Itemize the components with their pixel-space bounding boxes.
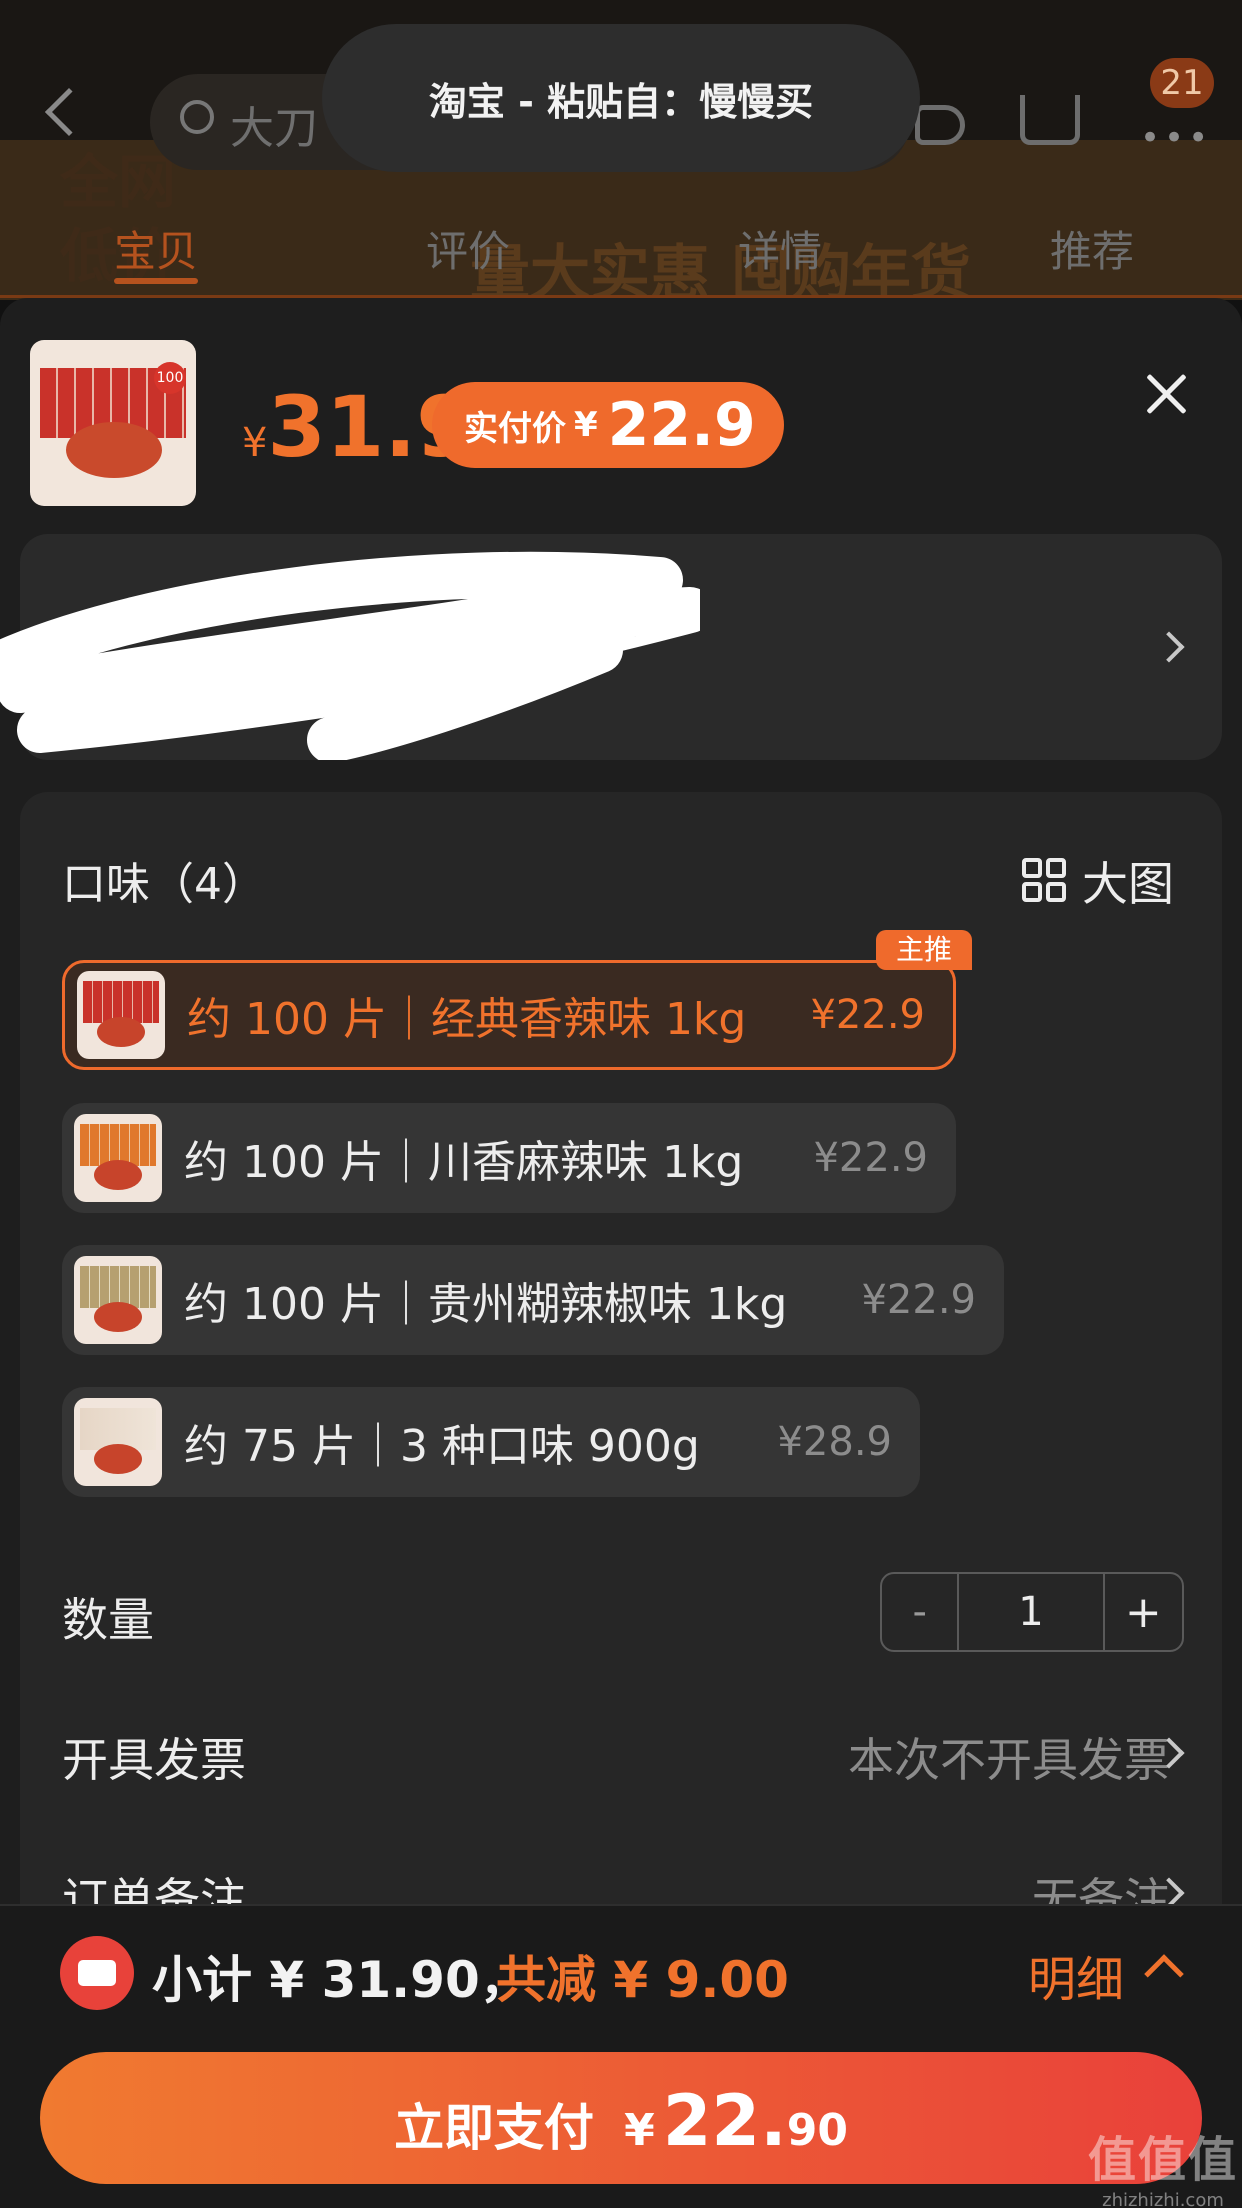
pay-now-button[interactable]: 立即支付 ¥ 22. 90 — [40, 2052, 1202, 2184]
flavor-option-4[interactable]: 约 75 片｜3 种口味 900g ¥28.9 — [62, 1387, 920, 1497]
flavor-title: 口味（4） — [62, 859, 266, 910]
option-label: 约 75 片｜3 种口味 900g — [184, 1421, 700, 1472]
decrease-button[interactable]: - — [882, 1574, 960, 1650]
site-watermark: 值值值 zhizhizhi.com — [1088, 2120, 1238, 2208]
actual-price-currency: ¥ — [574, 405, 598, 445]
flavor-option-2[interactable]: 约 100 片｜川香麻辣味 1kg ¥22.9 — [62, 1103, 956, 1213]
share-icon[interactable] — [915, 105, 965, 145]
detail-button[interactable]: 明细 — [1028, 1940, 1124, 2010]
option-price: ¥28.9 — [777, 1419, 892, 1465]
more-icon[interactable]: ••• — [1140, 118, 1212, 158]
actual-price-value: 22.9 — [607, 390, 756, 460]
tab-recommend[interactable]: 推荐 — [1050, 218, 1134, 279]
pay-amount-integer: 22. — [662, 2080, 787, 2162]
recommended-badge: 主推 — [876, 930, 972, 970]
option-thumbnail — [77, 971, 165, 1059]
option-label: 约 100 片｜川香麻辣味 1kg — [184, 1137, 744, 1188]
back-icon[interactable] — [44, 87, 94, 137]
subtotal-text: 小计 ¥ 31.90， — [152, 1951, 530, 2009]
cart-count-badge: 21 — [1150, 58, 1214, 108]
pay-label: 立即支付 — [394, 2099, 595, 2157]
option-price: ¥22.9 — [813, 1135, 928, 1181]
redaction-scribble — [0, 551, 700, 760]
option-thumbnail — [74, 1114, 162, 1202]
tab-underline — [114, 278, 198, 284]
close-icon[interactable] — [1140, 368, 1192, 420]
tab-reviews[interactable]: 评价 — [426, 218, 510, 279]
option-label: 约 100 片｜经典香辣味 1kg — [187, 994, 747, 1045]
thumbnail-food — [66, 422, 162, 478]
coupon-icon — [60, 1936, 134, 2010]
cart-icon[interactable] — [1020, 95, 1080, 145]
quantity-label: 数量 — [62, 1593, 154, 1647]
tab-details[interactable]: 详情 — [738, 218, 822, 279]
option-thumbnail — [74, 1398, 162, 1486]
product-tabs: 宝贝 评价 详情 推荐 — [0, 200, 1242, 298]
increase-button[interactable]: + — [1105, 1574, 1182, 1650]
tab-item[interactable]: 宝贝 — [114, 218, 198, 279]
thumbnail-tag: 100 — [154, 362, 186, 394]
pay-currency: ¥ — [624, 2105, 655, 2156]
search-icon — [180, 100, 214, 134]
invoice-label: 开具发票 — [62, 1733, 246, 1787]
option-price: ¥22.9 — [810, 992, 925, 1038]
flavor-option-3[interactable]: 约 100 片｜贵州糊辣椒味 1kg ¥22.9 — [62, 1245, 1004, 1355]
product-thumbnail[interactable]: 100 — [30, 340, 196, 506]
search-text: 大刀 — [230, 103, 318, 154]
grid-view-icon — [1022, 858, 1068, 904]
big-view-label: 大图 — [1082, 857, 1174, 911]
quantity-stepper: - 1 + — [880, 1572, 1184, 1652]
price-currency: ¥ — [242, 420, 268, 466]
clipboard-toast: 淘宝 - 粘贴自：慢慢买 — [322, 24, 920, 172]
invoice-value[interactable]: 本次不开具发票 — [848, 1724, 1170, 1790]
actual-price-pill: 实付价 ¥ 22.9 — [432, 382, 784, 468]
option-price: ¥22.9 — [861, 1277, 976, 1323]
actual-price-label: 实付价 — [464, 408, 566, 449]
pay-amount-decimal: 90 — [786, 2105, 848, 2156]
toast-text: 淘宝 - 粘贴自：慢慢买 — [428, 79, 814, 124]
discount-text: 共减 ¥ 9.00 — [496, 1951, 789, 2009]
flavor-option-1[interactable]: 约 100 片｜经典香辣味 1kg ¥22.9 — [62, 960, 956, 1070]
big-view-button[interactable]: 大图 — [1022, 848, 1174, 914]
quantity-value[interactable]: 1 — [959, 1574, 1105, 1650]
watermark-url: zhizhizhi.com — [1102, 2190, 1224, 2208]
option-label: 约 100 片｜贵州糊辣椒味 1kg — [184, 1279, 788, 1330]
option-thumbnail — [74, 1256, 162, 1344]
watermark-logo-text: 值值值 — [1088, 2132, 1239, 2188]
